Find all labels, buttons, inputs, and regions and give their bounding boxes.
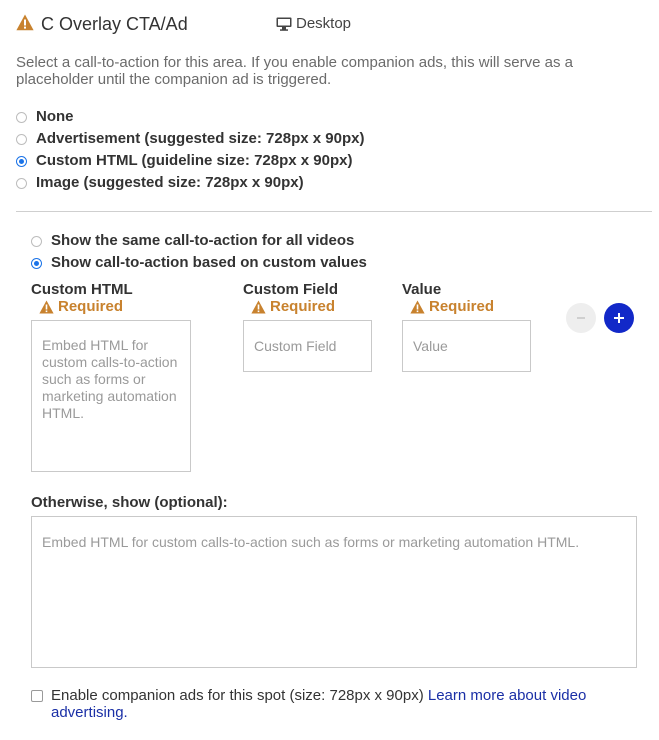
radio-button[interactable]: [16, 178, 27, 189]
custom-field-label: Custom Field: [243, 281, 339, 298]
value-input[interactable]: Value: [402, 320, 531, 372]
divider: [16, 211, 652, 212]
radio-label: Image (suggested size: 728px x 90px): [36, 174, 304, 191]
section-header: C Overlay CTA/Ad Desktop: [16, 13, 416, 35]
required-text: Required: [270, 298, 336, 315]
companion-ads-checkbox[interactable]: [31, 690, 43, 702]
radio-button[interactable]: [16, 112, 27, 123]
value-placeholder: Value: [413, 338, 448, 354]
warning-icon: [39, 300, 54, 314]
value-label: Value: [402, 281, 442, 298]
companion-ads-label: Enable companion ads for this spot (size…: [51, 687, 641, 721]
radio-label: None: [36, 108, 74, 125]
custom-html-placeholder: Embed HTML for custom calls-to-action su…: [42, 337, 178, 421]
section-title: C Overlay CTA/Ad: [41, 14, 188, 34]
otherwise-label: Otherwise, show (optional):: [31, 494, 228, 511]
custom-html-label: Custom HTML: [31, 281, 133, 298]
remove-rule-button[interactable]: [566, 303, 596, 333]
required-text: Required: [58, 298, 124, 315]
warning-icon: [410, 300, 425, 314]
custom-html-textarea[interactable]: Embed HTML for custom calls-to-action su…: [31, 320, 191, 472]
otherwise-placeholder: Embed HTML for custom calls-to-action su…: [42, 534, 580, 550]
custom-field-input[interactable]: Custom Field: [243, 320, 372, 372]
device-label: Desktop: [296, 15, 352, 32]
radio-label: Custom HTML (guideline size: 728px x 90p…: [36, 152, 353, 169]
warning-icon: [251, 300, 266, 314]
add-rule-button[interactable]: [604, 303, 634, 333]
companion-ads-text: Enable companion ads for this spot (size…: [51, 687, 428, 704]
radio-button-selected[interactable]: [16, 156, 27, 167]
section-description: Select a call-to-action for this area. I…: [16, 54, 573, 88]
radio-label: Advertisement (suggested size: 728px x 9…: [36, 130, 365, 147]
radio-label: Show the same call-to-action for all vid…: [51, 232, 355, 249]
radio-button[interactable]: [16, 134, 27, 145]
otherwise-textarea[interactable]: Embed HTML for custom calls-to-action su…: [31, 516, 637, 668]
radio-button-selected[interactable]: [31, 258, 42, 269]
warning-icon: [16, 14, 34, 31]
required-text: Required: [429, 298, 495, 315]
monitor-icon: [276, 17, 292, 31]
radio-button[interactable]: [31, 236, 42, 247]
custom-field-placeholder: Custom Field: [254, 338, 337, 354]
radio-label: Show call-to-action based on custom valu…: [51, 254, 367, 271]
